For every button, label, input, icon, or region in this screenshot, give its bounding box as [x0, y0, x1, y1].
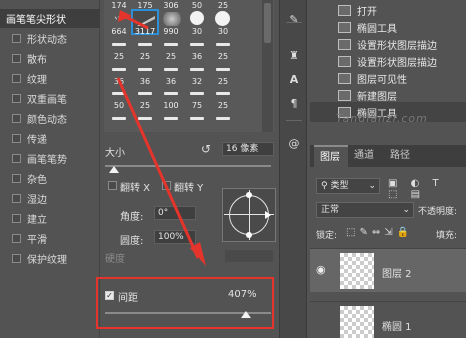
tab-layers[interactable]: 图层 — [314, 145, 348, 167]
history-label: 图层可见性 — [357, 74, 407, 86]
history-step-icon — [338, 21, 351, 33]
layer-name[interactable]: 椭圆 1 — [382, 318, 412, 333]
tab-channels[interactable]: 通道 — [354, 145, 384, 167]
chevron-down-icon: ⌄ — [402, 205, 410, 215]
divider — [286, 120, 302, 121]
layer-thumbnail — [340, 306, 374, 338]
history-panel: 打开 椭圆工具 设置形状图层描边 设置形状图层描边 图层可见性 新建图层 椭圆工… — [310, 0, 466, 122]
blend-mode-dropdown[interactable]: 正常 ⌄ — [316, 202, 414, 218]
history-step-icon — [338, 55, 351, 67]
opacity-label: 不透明度: — [418, 207, 458, 217]
divider — [286, 22, 302, 23]
tab-paths[interactable]: 路径 — [390, 145, 420, 167]
layer-thumbnail — [340, 253, 374, 289]
glyphs-icon[interactable]: @ — [286, 136, 302, 152]
stamp-icon[interactable]: ♜ — [286, 48, 302, 64]
history-label: 设置形状图层描边 — [357, 57, 437, 69]
blend-mode-value: 正常 — [321, 205, 340, 215]
history-step-icon — [338, 38, 351, 50]
history-label: 新建图层 — [357, 91, 397, 103]
layer-row[interactable]: 椭圆 1 — [310, 301, 466, 338]
history-step-icon — [338, 4, 351, 16]
layer-name[interactable]: 图层 2 — [382, 265, 412, 280]
history-label: 打开 — [357, 6, 377, 18]
chevron-down-icon: ⌄ — [368, 181, 376, 191]
history-label: 椭圆工具 — [357, 23, 397, 35]
history-step-icon — [338, 72, 351, 84]
history-label: 设置形状图层描边 — [357, 40, 437, 52]
layer-filter-icons[interactable]: ▣ ◐ T ⬚ ▤ — [388, 178, 466, 200]
paragraph-icon[interactable]: ¶ — [286, 96, 302, 112]
layer-row-selected[interactable]: ◉ 图层 2 — [310, 248, 466, 292]
arrow-line — [116, 77, 200, 259]
layer-filter-dropdown[interactable]: ⚲ 类型 ⌄ — [316, 178, 380, 194]
history-step-icon — [338, 89, 351, 101]
fill-label: 填充: — [436, 231, 458, 241]
lock-icons[interactable]: ⬚✎⇔⇲🔒 — [346, 227, 426, 239]
brush-settings-icon[interactable]: ✎ — [286, 12, 302, 28]
watermark: Tandianzi.com — [336, 112, 428, 125]
visibility-eye-icon[interactable]: ◉ — [316, 263, 332, 277]
character-icon[interactable]: A — [286, 72, 302, 88]
filter-label: 类型 — [330, 181, 349, 191]
tool-strip: ✎ ♜ A ¶ @ — [279, 0, 307, 338]
layers-panel: 图层 通道 路径 ⚲ 类型 ⌄ ▣ ◐ T ⬚ ▤ 正常 ⌄ 不透明度: 锁定:… — [310, 145, 466, 338]
lock-label: 锁定: — [316, 231, 338, 241]
